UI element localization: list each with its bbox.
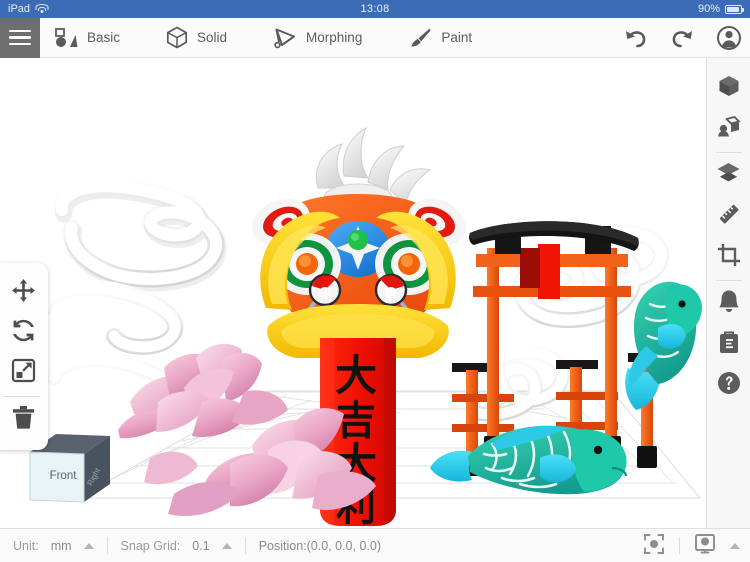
koi-fish-back xyxy=(625,281,702,410)
sidebar-item-measure-panel[interactable] xyxy=(707,196,750,237)
unit-label: Unit: xyxy=(13,538,39,553)
hamburger-menu-icon[interactable] xyxy=(0,17,40,58)
toolbar-item-label: Morphing xyxy=(306,30,363,45)
crop-icon xyxy=(717,243,741,272)
undo-arrow-icon[interactable] xyxy=(624,28,648,48)
toolbar-item-label: Basic xyxy=(87,30,121,45)
clock-label: 13:08 xyxy=(360,3,390,15)
toolbar-item-solid[interactable]: Solid xyxy=(160,18,233,58)
snap-grid-label: Snap Grid: xyxy=(120,538,181,553)
bell-icon xyxy=(718,289,740,318)
tools-divider xyxy=(4,396,39,397)
display-caret-up-icon[interactable] xyxy=(730,542,740,549)
trash-icon xyxy=(12,405,35,435)
toolbar-tool-list: Basic Solid Morphing Paint xyxy=(48,18,512,58)
question-help-icon xyxy=(717,371,741,400)
sidebar-item-layers-panel[interactable] xyxy=(707,155,750,196)
tinkercad-3d-app-window: iPad 13:08 90% Basic Solid Morphing Pain… xyxy=(0,0,750,562)
focus-center-icon[interactable] xyxy=(643,533,665,558)
bottom-status-bar: Unit: mm Snap Grid: 0.1 Position:(0.0, 0… xyxy=(0,528,750,562)
toolbar-item-label: Paint xyxy=(441,30,473,45)
sidebar-item-crop-panel[interactable] xyxy=(707,237,750,278)
scale-tool[interactable] xyxy=(0,353,46,393)
position-group: Position:(0.0, 0.0, 0.0) xyxy=(246,529,394,562)
status-bar-right: 90% xyxy=(697,3,744,15)
basic-shapes-icon xyxy=(54,27,78,49)
sidebar-item-notifications[interactable] xyxy=(707,283,750,324)
main-toolbar: Basic Solid Morphing Paint xyxy=(0,17,750,58)
rotate-refresh-icon xyxy=(11,318,36,348)
ruler-icon xyxy=(717,202,741,231)
battery-icon xyxy=(725,4,744,14)
lion-dance-head xyxy=(252,126,466,358)
unit-value[interactable]: mm xyxy=(51,539,72,553)
case-briefcase-icon xyxy=(718,330,740,359)
paint-brush-icon xyxy=(408,27,432,49)
display-mode-icon[interactable] xyxy=(694,533,716,558)
position-readout: Position:(0.0, 0.0, 0.0) xyxy=(258,538,381,553)
morphing-deform-icon xyxy=(273,27,297,49)
move-arrows-icon xyxy=(11,278,36,308)
unit-group: Unit: mm xyxy=(0,529,107,562)
sidebar-item-import-panel[interactable] xyxy=(707,109,750,150)
user-account-icon[interactable] xyxy=(716,25,742,51)
toolbar-right-actions xyxy=(624,18,742,58)
bottom-right-actions xyxy=(643,529,740,562)
toolbar-item-label: Solid xyxy=(197,30,228,45)
3d-viewport[interactable]: 大 吉 大 利 Right Front xyxy=(0,58,706,528)
battery-percent-label: 90% xyxy=(697,3,720,15)
scale-resize-icon xyxy=(11,358,36,388)
sidebar-item-library-panel[interactable] xyxy=(707,324,750,365)
toolbar-item-paint[interactable]: Paint xyxy=(402,18,478,58)
layers-icon xyxy=(716,161,741,190)
status-divider xyxy=(679,537,680,554)
snap-grid-caret-up-icon[interactable] xyxy=(221,542,232,549)
import-object-icon xyxy=(717,115,741,144)
toolbar-item-basic[interactable]: Basic xyxy=(48,18,126,58)
object-tools-palette xyxy=(0,263,48,450)
cube-solid-icon xyxy=(166,26,188,49)
banner-char-1: 大 xyxy=(335,351,377,400)
ios-status-bar: iPad 13:08 90% xyxy=(0,0,750,18)
rotate-tool[interactable] xyxy=(0,313,46,353)
move-tool[interactable] xyxy=(0,273,46,313)
sidebar-item-shapes-panel[interactable] xyxy=(707,68,750,109)
cube-icon xyxy=(717,74,741,103)
sidebar-divider xyxy=(715,280,742,281)
toolbar-item-morphing[interactable]: Morphing xyxy=(267,18,368,58)
snap-grid-group: Snap Grid: 0.1 xyxy=(108,529,245,562)
snap-grid-value[interactable]: 0.1 xyxy=(192,539,209,553)
unit-caret-up-icon[interactable] xyxy=(83,542,94,549)
right-sidebar xyxy=(706,58,750,528)
sidebar-divider xyxy=(715,152,742,153)
sidebar-item-help-panel[interactable] xyxy=(707,365,750,406)
redo-arrow-icon[interactable] xyxy=(670,28,694,48)
delete-tool[interactable] xyxy=(0,400,46,440)
